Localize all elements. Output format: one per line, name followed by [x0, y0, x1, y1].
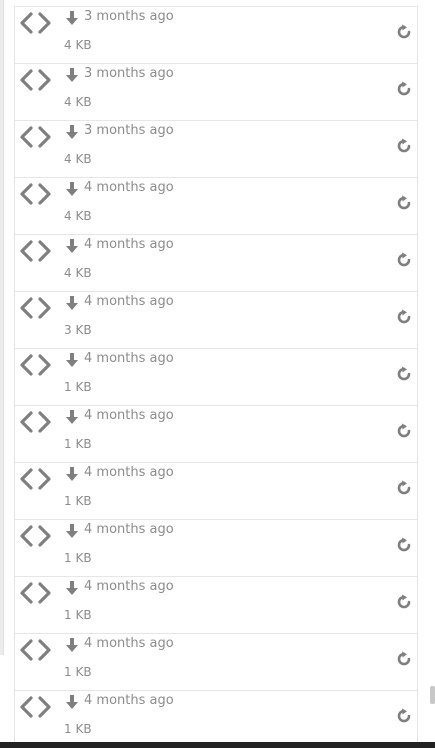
code-icon[interactable] — [19, 582, 53, 604]
revision-size: 4 KB — [64, 95, 92, 109]
arrow-down-icon — [65, 524, 79, 539]
revision-size: 1 KB — [64, 665, 92, 679]
revision-time: 3 months ago — [84, 9, 174, 24]
arrow-down-icon — [65, 296, 79, 311]
revert-icon[interactable] — [396, 366, 412, 382]
code-icon[interactable] — [19, 240, 53, 262]
code-icon[interactable] — [19, 183, 53, 205]
code-icon[interactable] — [19, 696, 53, 718]
scrollbar-thumb[interactable] — [430, 686, 435, 704]
revision-size: 1 KB — [64, 722, 92, 736]
revision-row: 4 months ago 1 KB — [15, 405, 417, 462]
revision-time: 4 months ago — [84, 294, 174, 309]
arrow-down-icon — [65, 638, 79, 653]
revision-row: 4 months ago 1 KB — [15, 348, 417, 405]
revert-icon[interactable] — [396, 594, 412, 610]
revision-size: 1 KB — [64, 551, 92, 565]
revision-time: 4 months ago — [84, 636, 174, 651]
code-icon[interactable] — [19, 525, 53, 547]
left-edge — [0, 0, 4, 655]
arrow-down-icon — [65, 695, 79, 710]
revision-row: 4 months ago 4 KB — [15, 234, 417, 291]
code-icon[interactable] — [19, 297, 53, 319]
revision-time: 4 months ago — [84, 237, 174, 252]
revision-time: 4 months ago — [84, 351, 174, 366]
revision-row: 3 months ago 4 KB — [15, 6, 417, 63]
bottom-bar — [0, 742, 435, 748]
revision-row: 4 months ago 3 KB — [15, 291, 417, 348]
revision-row: 4 months ago 1 KB — [15, 690, 417, 747]
arrow-down-icon — [65, 68, 79, 83]
arrow-down-icon — [65, 581, 79, 596]
revision-row: 3 months ago 4 KB — [15, 63, 417, 120]
revision-size: 1 KB — [64, 437, 92, 451]
code-icon[interactable] — [19, 468, 53, 490]
revert-icon[interactable] — [396, 651, 412, 667]
revision-time: 4 months ago — [84, 180, 174, 195]
revision-size: 4 KB — [64, 38, 92, 52]
revision-time: 4 months ago — [84, 465, 174, 480]
revert-icon[interactable] — [396, 81, 412, 97]
revision-row: 4 months ago 1 KB — [15, 633, 417, 690]
revert-icon[interactable] — [396, 423, 412, 439]
revert-icon[interactable] — [396, 24, 412, 40]
revision-row: 3 months ago 4 KB — [15, 120, 417, 177]
revision-time: 3 months ago — [84, 66, 174, 81]
revision-time: 4 months ago — [84, 693, 174, 708]
revision-row: 4 months ago 4 KB — [15, 177, 417, 234]
revert-icon[interactable] — [396, 708, 412, 724]
revision-row: 4 months ago 1 KB — [15, 462, 417, 519]
revision-time: 4 months ago — [84, 408, 174, 423]
code-icon[interactable] — [19, 12, 53, 34]
arrow-down-icon — [65, 11, 79, 26]
arrow-down-icon — [65, 467, 79, 482]
revision-size: 4 KB — [64, 209, 92, 223]
revision-size: 1 KB — [64, 608, 92, 622]
revision-row: 4 months ago 1 KB — [15, 576, 417, 633]
revision-list: 3 months ago 4 KB 3 months ago 4 KB 3 months… — [14, 6, 418, 742]
revert-icon[interactable] — [396, 537, 412, 553]
arrow-down-icon — [65, 353, 79, 368]
arrow-down-icon — [65, 239, 79, 254]
revision-time: 4 months ago — [84, 522, 174, 537]
revision-time: 3 months ago — [84, 123, 174, 138]
revision-size: 1 KB — [64, 494, 92, 508]
revision-row: 4 months ago 1 KB — [15, 519, 417, 576]
code-icon[interactable] — [19, 354, 53, 376]
code-icon[interactable] — [19, 639, 53, 661]
code-icon[interactable] — [19, 126, 53, 148]
revert-icon[interactable] — [396, 480, 412, 496]
revert-icon[interactable] — [396, 252, 412, 268]
arrow-down-icon — [65, 125, 79, 140]
code-icon[interactable] — [19, 69, 53, 91]
revision-size: 4 KB — [64, 266, 92, 280]
arrow-down-icon — [65, 410, 79, 425]
revert-icon[interactable] — [396, 195, 412, 211]
code-icon[interactable] — [19, 411, 53, 433]
revert-icon[interactable] — [396, 309, 412, 325]
revision-time: 4 months ago — [84, 579, 174, 594]
revert-icon[interactable] — [396, 138, 412, 154]
revision-size: 4 KB — [64, 152, 92, 166]
arrow-down-icon — [65, 182, 79, 197]
revision-size: 3 KB — [64, 323, 92, 337]
revision-size: 1 KB — [64, 380, 92, 394]
